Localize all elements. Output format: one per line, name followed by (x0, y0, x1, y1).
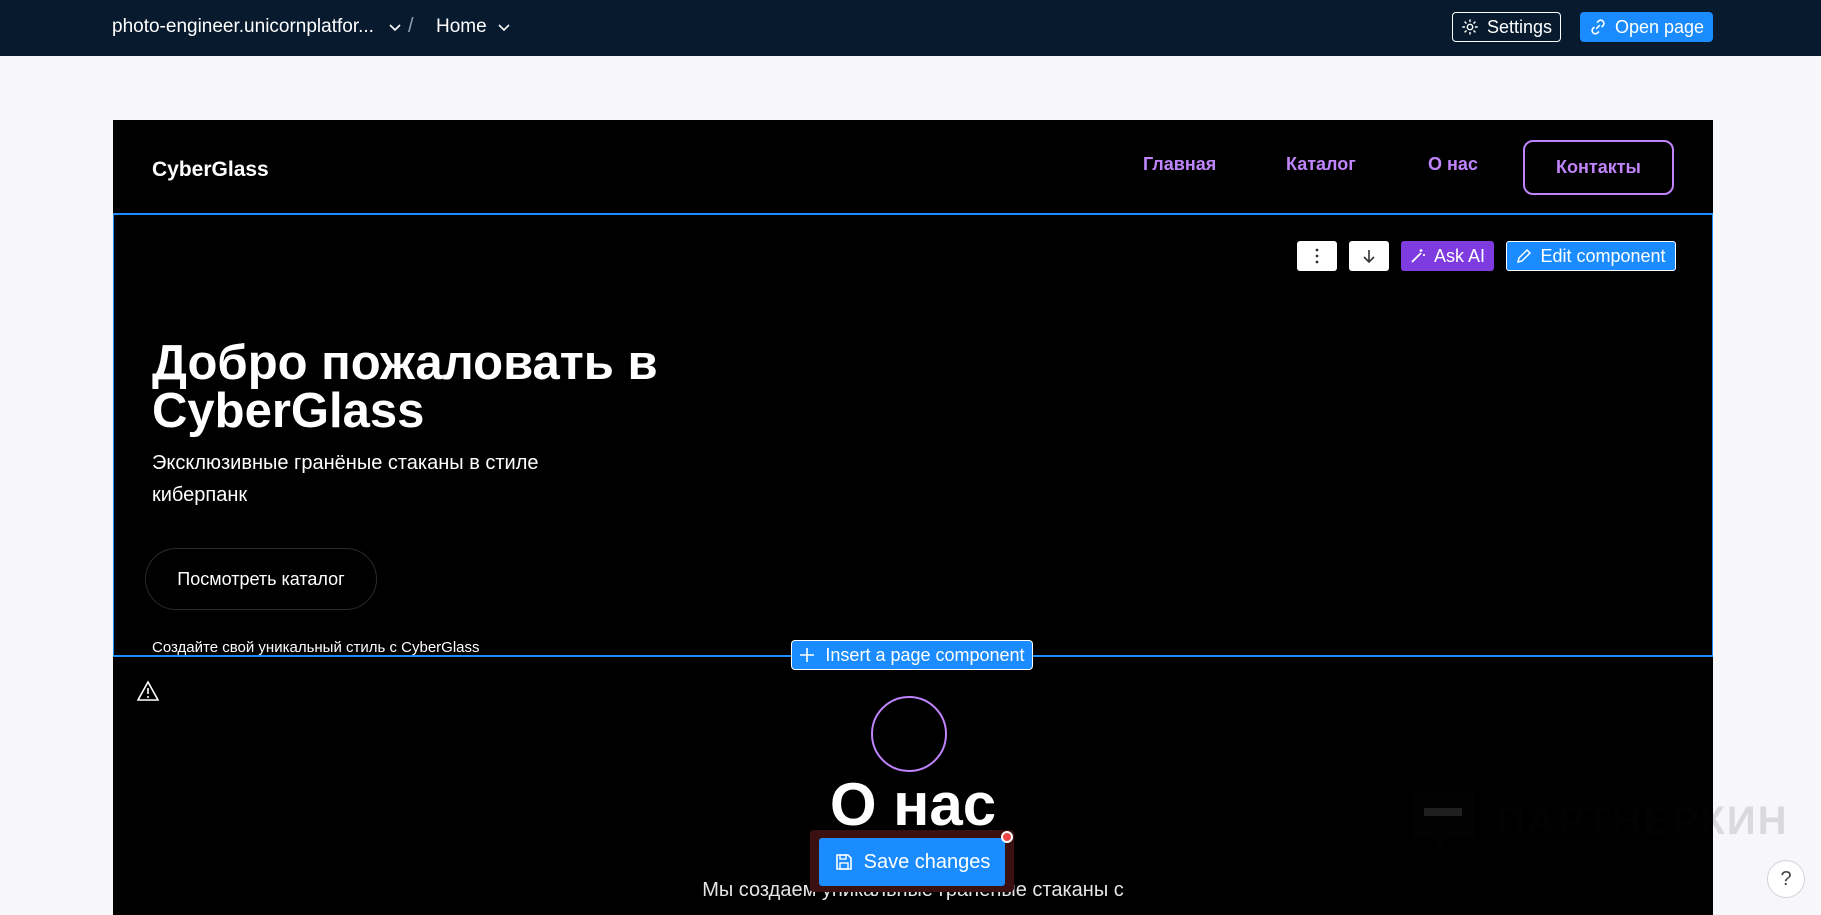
hero-note: Создайте свой уникальный стиль с CyberGl… (152, 639, 480, 656)
insert-component-button[interactable]: Insert a page component (791, 640, 1033, 670)
hero-subtitle: Эксклюзивные гранёные стаканы в стиле ки… (152, 452, 539, 506)
watermark: ПАРТНЕРКИН (1408, 786, 1789, 856)
warning-icon[interactable] (137, 680, 159, 702)
open-page-button[interactable]: Open page (1580, 12, 1713, 42)
breadcrumb-separator: / (408, 15, 414, 37)
arrow-down-icon (1363, 250, 1375, 264)
site-header: CyberGlass Главная Каталог О нас Контакт… (113, 120, 1713, 213)
more-options-button[interactable] (1297, 241, 1337, 271)
nav-link-home[interactable]: Главная (1143, 154, 1216, 175)
pencil-icon (1517, 248, 1532, 264)
save-icon (835, 854, 852, 870)
more-vertical-icon (1315, 248, 1319, 264)
insert-component-label: Insert a page component (825, 644, 1025, 665)
top-bar: photo-engineer.unicornplatfor... / Home … (0, 0, 1821, 56)
edit-component-label: Edit component (1540, 245, 1666, 266)
edit-component-button[interactable]: Edit component (1506, 241, 1676, 271)
unsaved-changes-dot (1001, 831, 1013, 843)
move-down-button[interactable] (1349, 241, 1389, 271)
page-selector[interactable]: Home (436, 16, 511, 38)
nav-link-contacts[interactable]: Контакты (1523, 140, 1674, 195)
page-name: Home (436, 16, 487, 37)
site-selector[interactable]: photo-engineer.unicornplatfor... (112, 16, 402, 38)
help-button[interactable]: ? (1767, 860, 1805, 898)
nav-link-about[interactable]: О нас (1428, 154, 1478, 175)
view-catalog-button[interactable]: Посмотреть каталог (145, 548, 377, 610)
plus-icon (800, 648, 815, 662)
settings-button[interactable]: Settings (1452, 12, 1561, 42)
link-icon (1591, 19, 1605, 35)
ask-ai-button[interactable]: Ask AI (1401, 241, 1494, 271)
gear-icon (1462, 19, 1478, 35)
site-name: photo-engineer.unicornplatfor... (112, 16, 374, 37)
ask-ai-label: Ask AI (1433, 245, 1486, 266)
hero-section[interactable]: Ask AI Edit component Добро пожаловать в… (113, 213, 1713, 657)
component-toolbar: Ask AI Edit component (1297, 241, 1676, 271)
about-circle-graphic (871, 696, 947, 772)
open-page-label: Open page (1614, 16, 1705, 37)
save-changes-label: Save changes (863, 850, 991, 873)
hero-title: Добро пожаловать в CyberGlass (152, 336, 658, 438)
save-changes-button[interactable]: Save changes (819, 838, 1005, 886)
nav-link-catalog[interactable]: Каталог (1286, 154, 1356, 175)
watermark-text: ПАРТНЕРКИН (1496, 798, 1789, 843)
chevron-down-icon (389, 24, 401, 32)
magic-wand-icon (1411, 249, 1425, 263)
settings-label: Settings (1486, 16, 1553, 37)
site-brand[interactable]: CyberGlass (152, 158, 269, 182)
chevron-down-icon (498, 24, 510, 32)
watermark-logo-icon (1412, 792, 1474, 852)
